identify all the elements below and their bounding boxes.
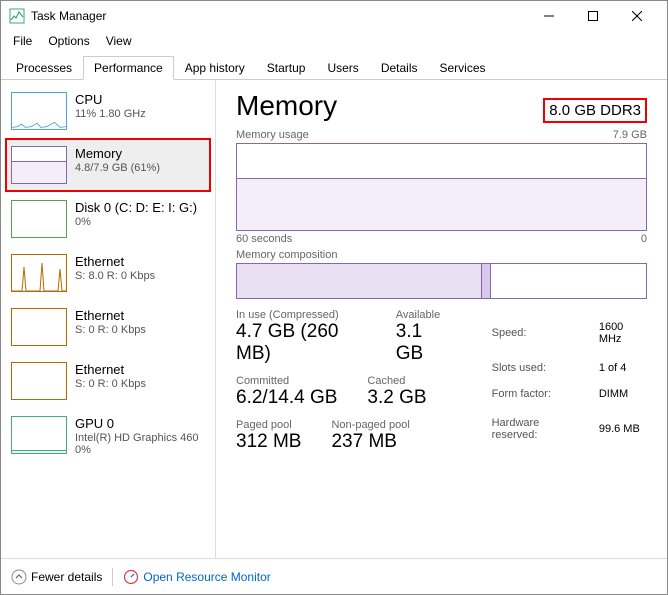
composition-modified (482, 264, 490, 298)
sidebar-item-disk0[interactable]: Disk 0 (C: D: E: I: G:)0% (5, 192, 211, 246)
tab-app-history[interactable]: App history (174, 56, 256, 80)
tab-startup[interactable]: Startup (256, 56, 317, 80)
maximize-button[interactable] (571, 1, 615, 31)
committed-value: 6.2/14.4 GB (236, 387, 337, 409)
tab-performance[interactable]: Performance (83, 56, 174, 80)
composition-in-use (237, 264, 482, 298)
slots-value: 1 of 4 (599, 357, 645, 380)
memory-spec: 8.0 GB DDR3 (543, 98, 647, 123)
main-panel: Memory 8.0 GB DDR3 Memory usage 7.9 GB 60… (216, 80, 667, 558)
memory-usage-chart[interactable] (236, 143, 647, 231)
paged-label: Paged pool (236, 419, 301, 431)
minimize-button[interactable] (527, 1, 571, 31)
open-resource-monitor-label: Open Resource Monitor (143, 570, 270, 584)
tab-services[interactable]: Services (429, 56, 497, 80)
paged-value: 312 MB (236, 431, 301, 453)
footer: Fewer details Open Resource Monitor (1, 558, 667, 594)
fewer-details-label: Fewer details (31, 570, 102, 584)
fewer-details-button[interactable]: Fewer details (11, 569, 102, 585)
sidebar: CPU11% 1.80 GHz Memory4.8/7.9 GB (61%) D… (1, 80, 216, 558)
gpu-thumbnail (11, 416, 67, 454)
titlebar: Task Manager (1, 1, 667, 31)
memory-composition-chart[interactable] (236, 263, 647, 299)
sidebar-item-label: Ethernet (75, 362, 146, 377)
tabs: Processes Performance App history Startu… (1, 51, 667, 80)
page-title: Memory (236, 90, 337, 122)
composition-label: Memory composition (236, 249, 337, 261)
sidebar-item-cpu[interactable]: CPU11% 1.80 GHz (5, 84, 211, 138)
nonpaged-label: Non-paged pool (331, 419, 409, 431)
sidebar-item-label: Disk 0 (C: D: E: I: G:) (75, 200, 197, 215)
sidebar-item-label: Memory (75, 146, 160, 161)
window-title: Task Manager (31, 9, 527, 23)
sidebar-item-sublabel: S: 0 R: 0 Kbps (75, 378, 146, 390)
nonpaged-value: 237 MB (331, 431, 409, 453)
available-value: 3.1 GB (396, 321, 450, 365)
tab-processes[interactable]: Processes (5, 56, 83, 80)
time-axis-left: 60 seconds (236, 233, 292, 245)
sidebar-item-ethernet-0[interactable]: EthernetS: 8.0 R: 0 Kbps (5, 246, 211, 300)
resource-monitor-icon (123, 569, 139, 585)
ethernet-thumbnail (11, 254, 67, 292)
sidebar-item-label: Ethernet (75, 254, 155, 269)
content: CPU11% 1.80 GHz Memory4.8/7.9 GB (61%) D… (1, 80, 667, 558)
hw-reserved-value: 99.6 MB (599, 407, 645, 451)
menu-options[interactable]: Options (40, 32, 97, 50)
sidebar-item-sublabel: S: 8.0 R: 0 Kbps (75, 270, 155, 282)
menu-view[interactable]: View (98, 32, 140, 50)
form-label: Form factor: (492, 382, 597, 405)
sidebar-item-sublabel: 0% (75, 216, 197, 228)
cached-label: Cached (367, 375, 426, 387)
memory-thumbnail (11, 146, 67, 184)
speed-value: 1600 MHz (599, 311, 645, 355)
sidebar-item-label: Ethernet (75, 308, 146, 323)
committed-label: Committed (236, 375, 337, 387)
close-button[interactable] (615, 1, 659, 31)
sidebar-item-sublabel: Intel(R) HD Graphics 460 0% (75, 432, 199, 456)
usage-chart-label: Memory usage (236, 129, 309, 141)
chevron-up-icon (11, 569, 27, 585)
sidebar-item-ethernet-1[interactable]: EthernetS: 0 R: 0 Kbps (5, 300, 211, 354)
tab-details[interactable]: Details (370, 56, 429, 80)
sidebar-item-sublabel: 11% 1.80 GHz (75, 108, 146, 120)
cached-value: 3.2 GB (367, 387, 426, 409)
divider (112, 568, 113, 586)
sidebar-item-memory[interactable]: Memory4.8/7.9 GB (61%) (5, 138, 211, 192)
sidebar-item-label: CPU (75, 92, 146, 107)
ethernet-thumbnail (11, 362, 67, 400)
ethernet-thumbnail (11, 308, 67, 346)
slots-label: Slots used: (492, 357, 597, 380)
time-axis-right: 0 (641, 233, 647, 245)
available-label: Available (396, 309, 450, 321)
menubar: File Options View (1, 31, 667, 51)
menu-file[interactable]: File (5, 32, 40, 50)
sidebar-item-gpu0[interactable]: GPU 0Intel(R) HD Graphics 460 0% (5, 408, 211, 464)
sidebar-item-sublabel: S: 0 R: 0 Kbps (75, 324, 146, 336)
open-resource-monitor-link[interactable]: Open Resource Monitor (123, 569, 270, 585)
in-use-value: 4.7 GB (260 MB) (236, 321, 366, 365)
composition-standby (491, 264, 646, 298)
disk-thumbnail (11, 200, 67, 238)
cpu-thumbnail (11, 92, 67, 130)
usage-chart-max: 7.9 GB (613, 129, 647, 141)
in-use-label: In use (Compressed) (236, 309, 366, 321)
task-manager-icon (9, 8, 25, 24)
tab-users[interactable]: Users (316, 56, 369, 80)
memory-spec-table: Speed:1600 MHz Slots used:1 of 4 Form fa… (490, 309, 647, 453)
hw-reserved-label: Hardware reserved: (492, 407, 597, 451)
speed-label: Speed: (492, 311, 597, 355)
sidebar-item-label: GPU 0 (75, 416, 199, 431)
form-value: DIMM (599, 382, 645, 405)
sidebar-item-ethernet-2[interactable]: EthernetS: 0 R: 0 Kbps (5, 354, 211, 408)
usage-fill (237, 178, 646, 230)
sidebar-item-sublabel: 4.8/7.9 GB (61%) (75, 162, 160, 174)
